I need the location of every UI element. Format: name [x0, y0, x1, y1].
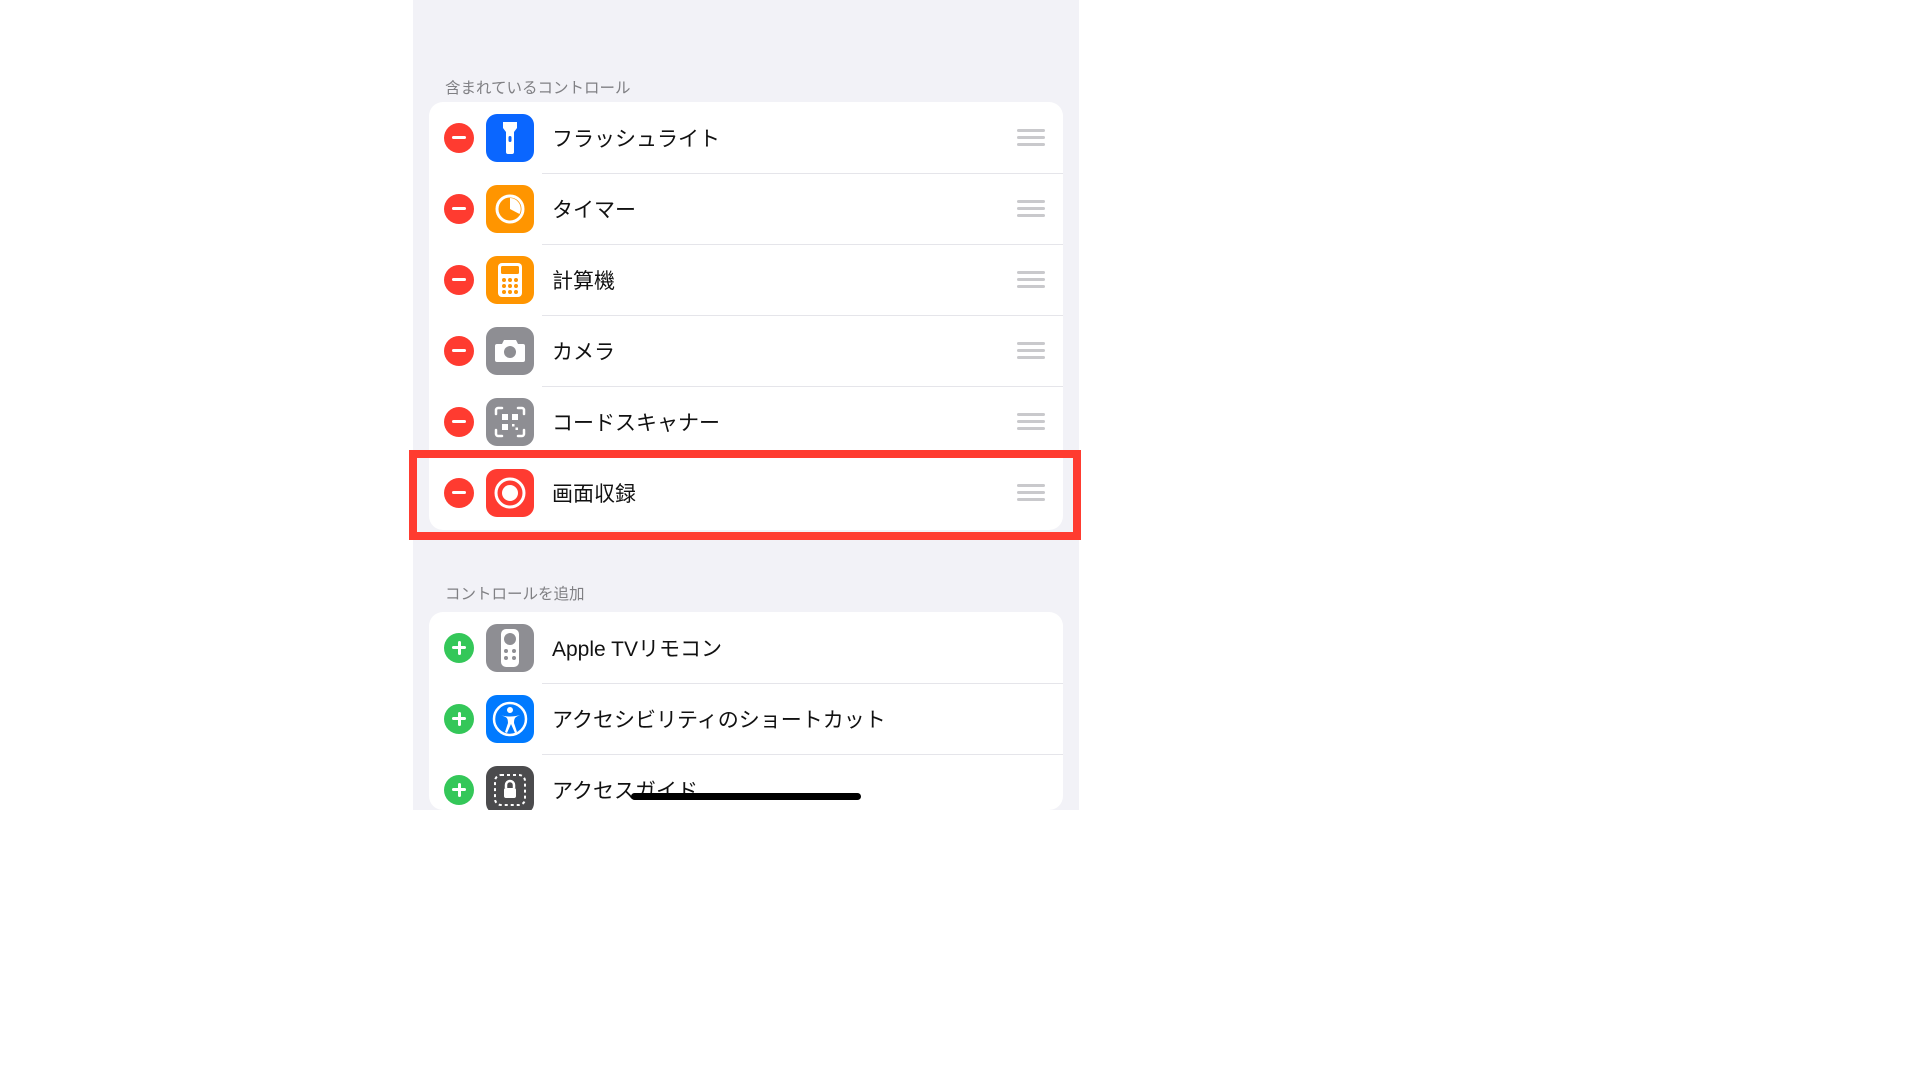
minus-icon — [452, 278, 466, 281]
home-indicator[interactable] — [631, 793, 861, 800]
apple-tv-remote-icon — [486, 624, 534, 672]
included-controls-header: 含まれているコントロール — [413, 76, 631, 98]
list-item-apple-tv-remote[interactable]: Apple TVリモコン — [429, 612, 1063, 683]
remove-button[interactable] — [444, 478, 474, 508]
list-item-guided-access[interactable]: アクセスガイド — [429, 754, 1063, 810]
drag-handle-icon[interactable] — [1017, 484, 1045, 501]
camera-icon — [486, 327, 534, 375]
list-item-calculator[interactable]: 計算機 — [429, 244, 1063, 315]
plus-icon — [452, 783, 466, 797]
settings-control-center-screen: 含まれているコントロール フラッシュライト タイマー 計算機 — [413, 0, 1079, 810]
item-label: アクセシビリティのショートカット — [552, 704, 1063, 734]
item-label: コードスキャナー — [552, 407, 1017, 437]
minus-icon — [452, 420, 466, 423]
plus-icon — [452, 712, 466, 726]
remove-button[interactable] — [444, 336, 474, 366]
calculator-icon — [486, 256, 534, 304]
add-button[interactable] — [444, 775, 474, 805]
guided-access-icon — [486, 766, 534, 811]
item-label: 計算機 — [552, 265, 1017, 295]
item-label: カメラ — [552, 336, 1017, 366]
list-item-screen-recording[interactable]: 画面収録 — [429, 457, 1063, 528]
list-item-camera[interactable]: カメラ — [429, 315, 1063, 386]
item-label: Apple TVリモコン — [552, 633, 1063, 663]
remove-button[interactable] — [444, 123, 474, 153]
add-button[interactable] — [444, 633, 474, 663]
remove-button[interactable] — [444, 407, 474, 437]
minus-icon — [452, 207, 466, 210]
flashlight-icon — [486, 114, 534, 162]
list-item-code-scanner[interactable]: コードスキャナー — [429, 386, 1063, 457]
drag-handle-icon[interactable] — [1017, 342, 1045, 359]
item-label: タイマー — [552, 194, 1017, 224]
drag-handle-icon[interactable] — [1017, 200, 1045, 217]
item-label: 画面収録 — [552, 478, 1017, 508]
timer-icon — [486, 185, 534, 233]
minus-icon — [452, 136, 466, 139]
plus-icon — [452, 641, 466, 655]
more-controls-list: Apple TVリモコン アクセシビリティのショートカット アクセスガイド — [429, 612, 1063, 810]
item-label: フラッシュライト — [552, 123, 1017, 153]
remove-button[interactable] — [444, 265, 474, 295]
more-controls-header: コントロールを追加 — [413, 582, 585, 604]
list-item-flashlight[interactable]: フラッシュライト — [429, 102, 1063, 173]
drag-handle-icon[interactable] — [1017, 413, 1045, 430]
list-item-accessibility-shortcut[interactable]: アクセシビリティのショートカット — [429, 683, 1063, 754]
item-label: アクセスガイド — [552, 775, 1063, 805]
minus-icon — [452, 491, 466, 494]
minus-icon — [452, 349, 466, 352]
screen-recording-icon — [486, 469, 534, 517]
add-button[interactable] — [444, 704, 474, 734]
list-item-timer[interactable]: タイマー — [429, 173, 1063, 244]
included-controls-list: フラッシュライト タイマー 計算機 カメラ — [429, 102, 1063, 530]
remove-button[interactable] — [444, 194, 474, 224]
drag-handle-icon[interactable] — [1017, 271, 1045, 288]
code-scanner-icon — [486, 398, 534, 446]
accessibility-icon — [486, 695, 534, 743]
drag-handle-icon[interactable] — [1017, 129, 1045, 146]
